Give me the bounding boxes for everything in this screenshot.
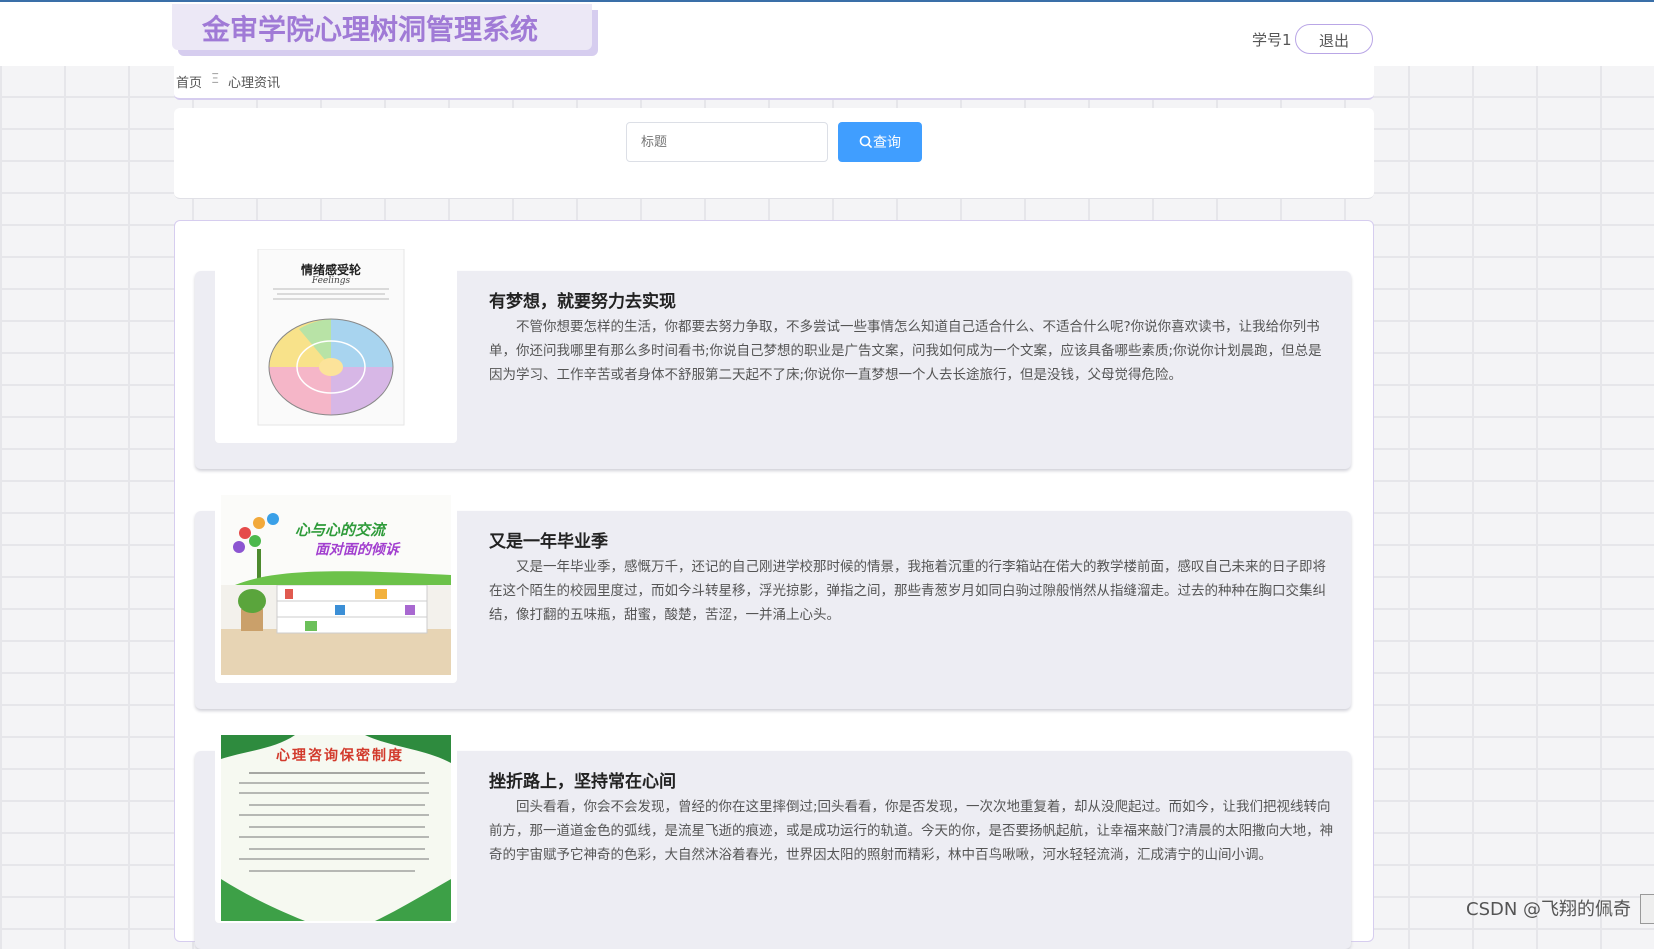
news-thumbnail[interactable]: 情绪感受轮 Feelings [215, 248, 457, 443]
scroll-handle-icon[interactable] [1640, 894, 1654, 924]
news-summary: 又是一年毕业季，感慨万千，还记的自己刚进学校那时候的情景，我拖着沉重的行李箱站在… [489, 559, 1326, 623]
app-title-box: 金审学院心理树洞管理系统 [172, 4, 592, 50]
top-bar: 金审学院心理树洞管理系统 学号1 退出 [0, 0, 1654, 66]
breadcrumb: 首页 Ξ 心理资讯 [174, 64, 1374, 100]
app-title: 金审学院心理树洞管理系统 [202, 13, 539, 46]
user-name: 学号1 [1252, 31, 1292, 49]
news-title[interactable]: 挫折路上，坚持常在心间 [489, 767, 676, 792]
search-button[interactable]: 查询 [838, 122, 922, 162]
news-thumbnail[interactable]: 心理咨询保密制度 [215, 729, 457, 923]
counseling-image-line1: 心与心的交流 [295, 521, 386, 539]
news-list-panel: 情绪感受轮 Feelings 有梦想，就要努力去实现 不管你想要怎样的生活，你都… [174, 220, 1374, 949]
news-card[interactable]: 心与心的交流 面对面的倾诉 又是一年毕业季 又是一年毕业季，感慨万千，还记的自己… [195, 489, 1351, 709]
news-summary: 回头看看，你会不会发现，曾经的你在这里摔倒过;回头看看，你是否发现，一次次地重复… [489, 799, 1334, 863]
search-bar: 查询 [174, 108, 1374, 199]
news-title[interactable]: 有梦想，就要努力去实现 [489, 287, 676, 312]
breadcrumb-separator: Ξ [211, 72, 220, 87]
feelings-wheel-subheading: Feelings [311, 276, 351, 286]
news-title[interactable]: 又是一年毕业季 [489, 527, 608, 552]
news-thumbnail[interactable]: 心与心的交流 面对面的倾诉 [215, 489, 457, 683]
title-search-input[interactable] [626, 122, 828, 162]
logout-button[interactable]: 退出 [1295, 24, 1373, 54]
poster-heading: 心理咨询保密制度 [276, 748, 404, 764]
news-card[interactable]: 情绪感受轮 Feelings 有梦想，就要努力去实现 不管你想要怎样的生活，你都… [195, 248, 1351, 469]
breadcrumb-home-link[interactable]: 首页 [176, 72, 202, 91]
news-summary: 不管你想要怎样的生活，你都要去努力争取，不多尝试一些事情怎么知道自己适合什么、不… [489, 319, 1322, 383]
breadcrumb-current: 心理资讯 [228, 76, 281, 91]
news-card[interactable]: 心理咨询保密制度 挫折路上，坚持常在心间 回头看看，你会不会发现，曾经的你在这里… [195, 729, 1351, 949]
search-button-label: 查询 [873, 135, 901, 151]
counseling-image-line2: 面对面的倾诉 [315, 542, 399, 558]
csdn-watermark: CSDN @飞翔的佩奇 [1466, 899, 1632, 920]
search-icon [859, 135, 873, 149]
